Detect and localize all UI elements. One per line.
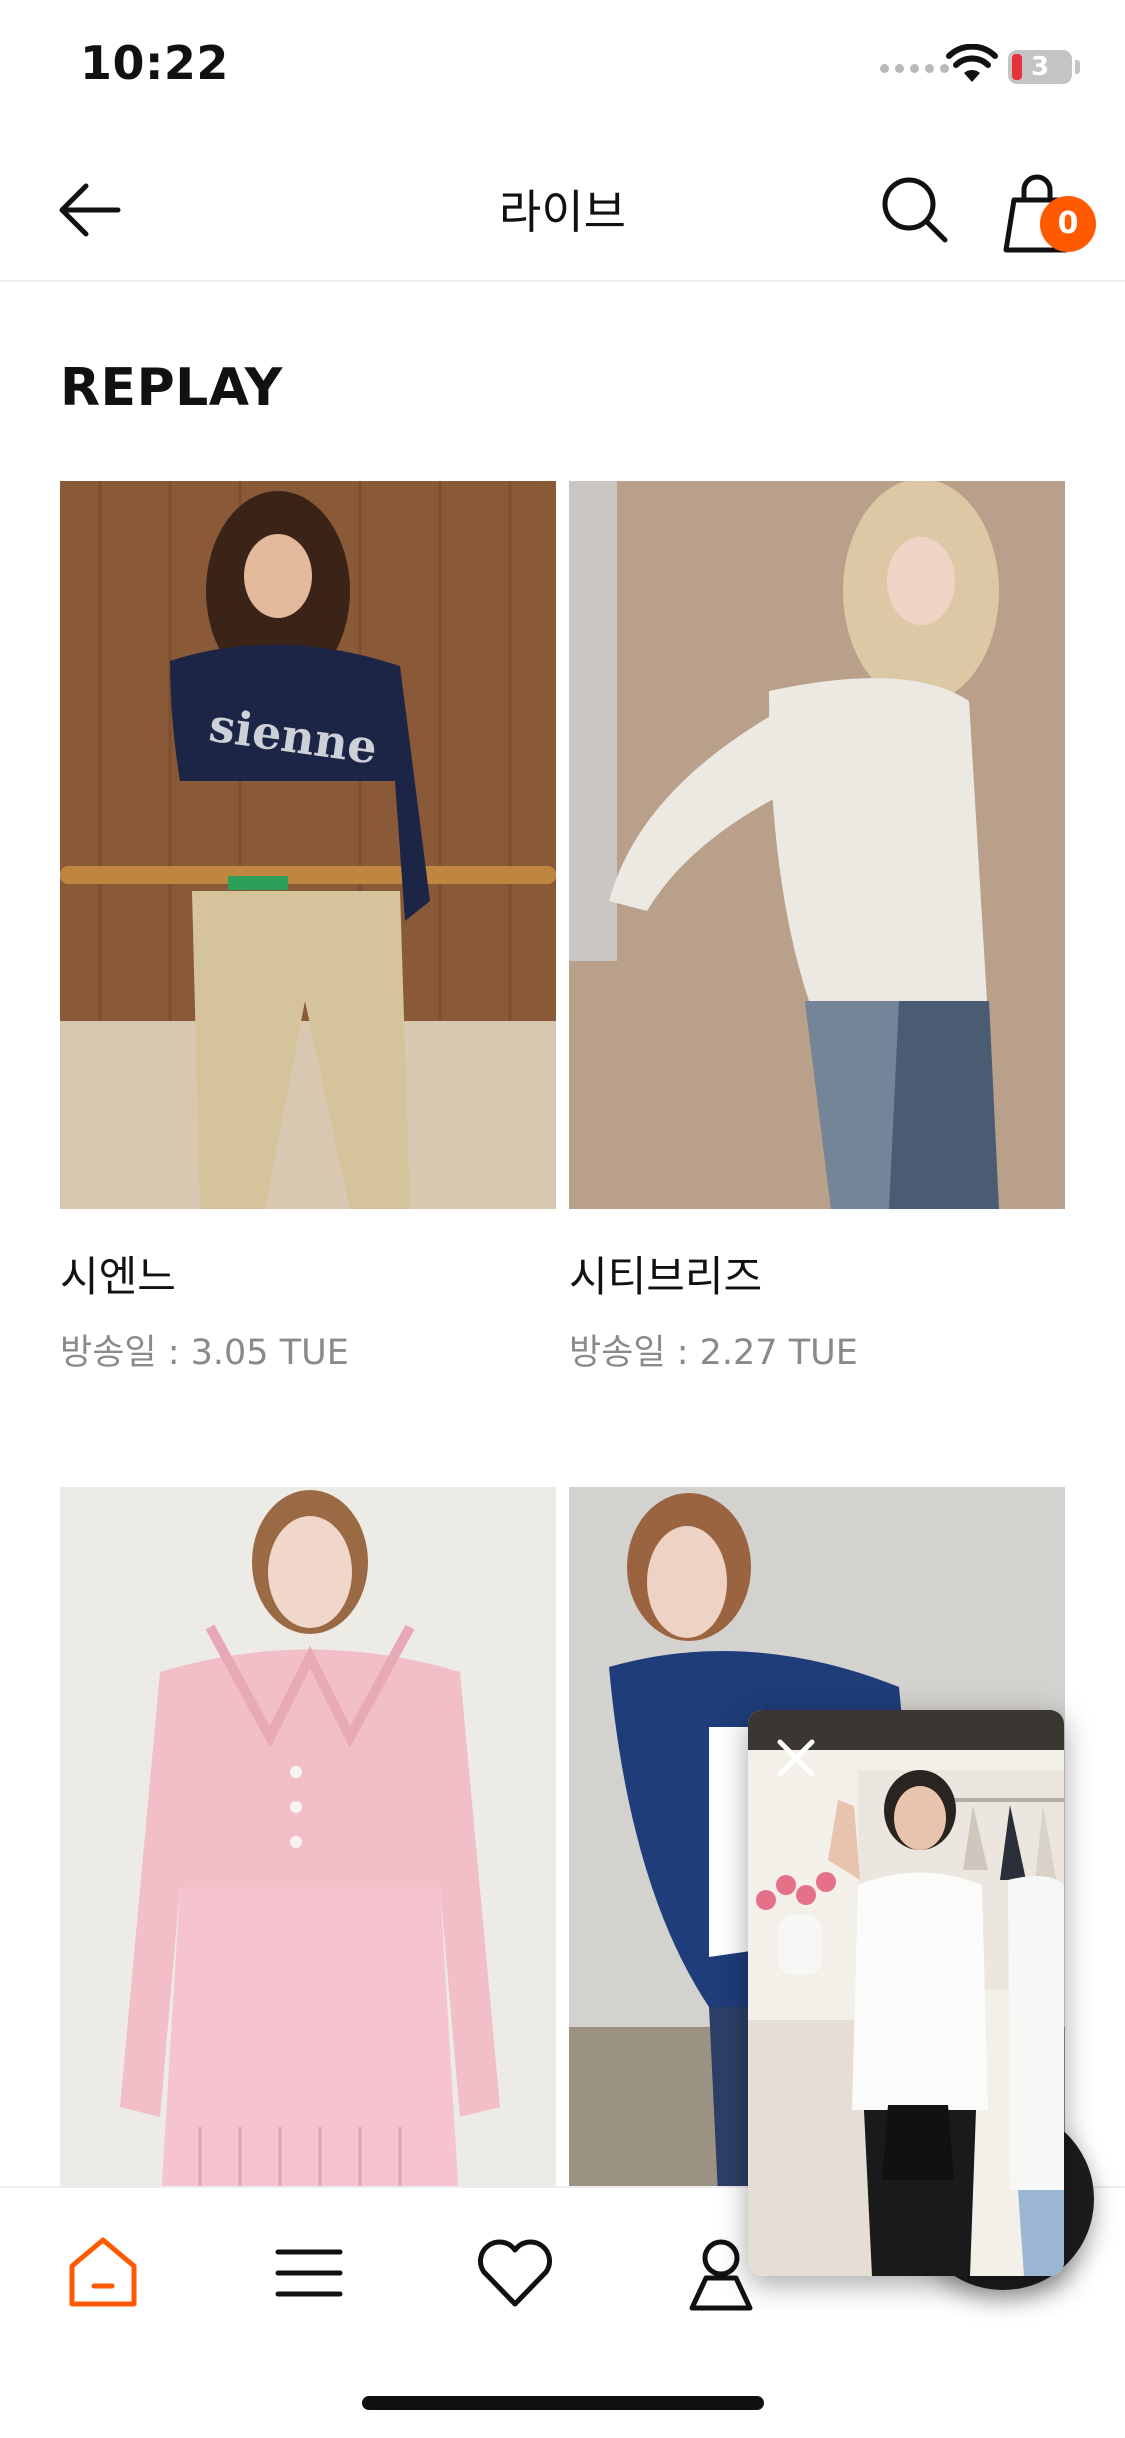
live-video-player[interactable] <box>748 1710 1064 2276</box>
replay-card[interactable] <box>60 1487 556 2249</box>
app-header: 라이브 <box>0 140 1125 282</box>
battery-icon: 3 <box>1008 50 1072 84</box>
section-title: REPLAY <box>60 358 283 418</box>
signal-icon <box>880 64 949 73</box>
status-time: 10:22 <box>80 36 229 90</box>
cart-count-badge[interactable]: 0 <box>1040 196 1096 252</box>
replay-card[interactable]: 시티브리즈 방송일 : 2.27 TUE <box>569 481 1065 1375</box>
home-icon[interactable] <box>58 2228 148 2318</box>
home-indicator <box>362 2396 764 2410</box>
broadcast-date: 방송일 : 3.05 TUE <box>60 1333 349 1373</box>
brand-name: 시티브리즈 <box>569 1252 763 1301</box>
replay-thumbnail[interactable]: sienne <box>60 481 556 1209</box>
broadcast-date: 방송일 : 2.27 TUE <box>569 1333 858 1373</box>
status-bar: 10:22 3 <box>0 0 1125 140</box>
replay-thumbnail[interactable] <box>569 481 1065 1209</box>
replay-card[interactable]: sienne 시엔느 방송일 : 3.05 TUE <box>60 481 556 1375</box>
replay-thumbnail[interactable] <box>60 1487 556 2215</box>
search-icon[interactable] <box>875 170 955 250</box>
wifi-icon <box>946 44 998 82</box>
heart-icon[interactable] <box>470 2228 560 2318</box>
battery-cap <box>1075 60 1080 74</box>
page-title: 라이브 <box>499 185 626 239</box>
menu-icon[interactable] <box>264 2228 354 2318</box>
brand-name: 시엔느 <box>60 1252 176 1301</box>
close-icon[interactable] <box>766 1728 826 1788</box>
battery-level: 3 <box>1030 52 1050 82</box>
